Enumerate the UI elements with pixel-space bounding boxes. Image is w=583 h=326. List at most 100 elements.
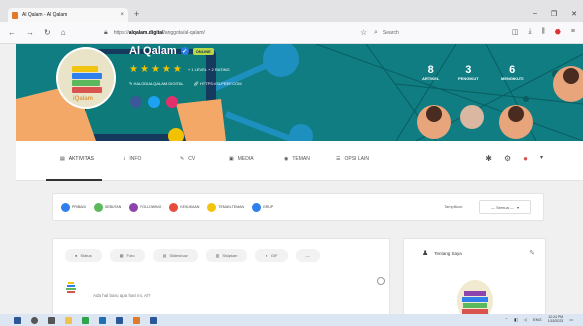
avatar-book xyxy=(72,73,102,79)
windows-start-icon[interactable] xyxy=(14,316,21,324)
user-avatar-icon[interactable]: ● xyxy=(523,154,528,163)
list-icon: ☰ xyxy=(336,156,341,162)
filter-sebutan[interactable]: SEBUTAN xyxy=(94,202,122,212)
composer-tab-status[interactable]: ● Status xyxy=(65,249,102,262)
composer-tab-label: GIF xyxy=(270,253,278,258)
firefox-icon[interactable] xyxy=(133,316,140,324)
gift-icon[interactable]: ✱ xyxy=(485,154,492,163)
tab-aktivitas[interactable]: ▤ AKTIVITAS xyxy=(60,156,94,162)
filter-label: TEMAN-TEMAN xyxy=(218,205,245,209)
filter-kesukaan[interactable]: KESUKAAN xyxy=(169,202,200,212)
chevron-down-icon[interactable]: ▾ xyxy=(540,154,543,163)
filter-select-value: — Semua — xyxy=(491,204,514,210)
home-icon[interactable]: ⌂ xyxy=(61,28,66,37)
chevron-up-icon[interactable]: ⌃ xyxy=(505,317,508,322)
edge-icon[interactable] xyxy=(99,316,106,324)
extension-icon[interactable]: ⬣ xyxy=(555,28,561,36)
browser-navbar: ← → ↻ ⌂ 🔒︎ https:// alqalam.digital /ang… xyxy=(0,22,583,44)
maximize-icon[interactable]: ❐ xyxy=(551,10,557,18)
forward-icon[interactable]: → xyxy=(26,28,34,37)
tab-cv[interactable]: ✎ CV xyxy=(180,156,195,162)
link-1[interactable]: ✎ HALODIALQALAM.DIGITAL xyxy=(129,81,184,86)
link-2[interactable]: 🔗︎ HTTPS://SLPEEF.COM xyxy=(194,81,242,86)
stat-number: 8 xyxy=(427,64,434,76)
filter-label: PRIBADI xyxy=(72,205,87,209)
composer-tab-label: — xyxy=(305,253,310,258)
network-icon[interactable]: ◧ xyxy=(514,317,518,322)
clock-date: 1/15/2023 xyxy=(547,319,564,323)
composer-tab-more[interactable]: — xyxy=(295,249,320,262)
stat-mengikuti[interactable]: 6 MENGIKUTI xyxy=(501,64,523,81)
profile-actions: ✱ ⚙ ● ▾ xyxy=(485,154,543,163)
tab-media[interactable]: ▣ MEDIA xyxy=(229,156,254,162)
slideshow-icon: ▤ xyxy=(162,253,167,258)
search-icon[interactable] xyxy=(31,316,38,324)
facebook-icon[interactable] xyxy=(130,96,142,108)
profile-avatar[interactable]: iQalam xyxy=(56,47,116,109)
composer-prompt[interactable]: Ada hal baru apa hari ini, Al? xyxy=(93,293,151,298)
tab-info[interactable]: ⅰ INFO xyxy=(124,156,141,162)
menu-icon[interactable]: ≡ xyxy=(571,28,575,36)
word-icon[interactable] xyxy=(150,316,157,324)
filter-label: GRUP xyxy=(263,205,274,209)
new-tab-button[interactable]: + xyxy=(134,9,139,19)
composer-tab-gif[interactable]: ◐ GIF xyxy=(255,249,288,262)
task-view-icon[interactable] xyxy=(48,316,55,324)
url-bar[interactable]: 🔒︎ https:// alqalam.digital /anggota/al-… xyxy=(104,26,380,40)
minimize-icon[interactable]: – xyxy=(533,10,537,18)
stat-number: 3 xyxy=(465,64,472,76)
composer-tab-slideshow[interactable]: ▤ Slideshow xyxy=(152,249,198,262)
twitter-icon[interactable] xyxy=(148,96,160,108)
filter-sebutan-icon xyxy=(94,202,104,212)
filter-following[interactable]: FOLLOWING xyxy=(129,202,161,212)
avatar-book xyxy=(72,80,100,86)
tab-opsi-lain[interactable]: ☰ OPSI LAIN xyxy=(336,156,369,162)
activity-filters: PRIBADI SEBUTAN FOLLOWING KESUKAAN TEMAN… xyxy=(52,193,544,221)
stat-label: ARTIKEL xyxy=(422,76,440,81)
tab-label: AKTIVITAS xyxy=(68,156,94,162)
volume-icon[interactable]: ◁ xyxy=(524,317,527,322)
composer-option-radio[interactable] xyxy=(377,277,385,285)
tab-close-icon[interactable]: × xyxy=(120,12,124,18)
close-icon[interactable]: ✕ xyxy=(571,10,577,18)
photo-icon: ▦ xyxy=(119,253,124,258)
gif-icon: ◐ xyxy=(265,253,268,258)
back-icon[interactable]: ← xyxy=(8,28,16,37)
avatar-book xyxy=(72,66,98,72)
filter-pribadi[interactable]: PRIBADI xyxy=(61,202,87,212)
filter-select[interactable]: — Semua — ▾ xyxy=(479,200,531,214)
language-indicator[interactable]: ENG xyxy=(533,317,542,322)
file-explorer-icon[interactable] xyxy=(65,316,72,324)
friends-icon: ◉ xyxy=(284,156,289,162)
composer-tab-foto[interactable]: ▦ Foto xyxy=(109,249,145,262)
pocket-icon[interactable]: ◫ xyxy=(512,28,519,36)
tab-teman[interactable]: ◉ TEMAN xyxy=(284,156,310,162)
filter-kesukaan-icon xyxy=(169,202,179,212)
social-links xyxy=(130,96,178,108)
notification-icon[interactable]: ▭ xyxy=(569,317,573,322)
bookmark-star-icon[interactable]: ☆ xyxy=(360,28,367,37)
filter-grup[interactable]: GRUP xyxy=(252,202,274,212)
app-icon[interactable] xyxy=(116,316,123,324)
tampilkan-label: Tampilkan: xyxy=(444,204,464,209)
library-icon[interactable]: ⫼ xyxy=(542,28,545,36)
filter-label: SEBUTAN xyxy=(105,205,122,209)
star-icon: ★ xyxy=(161,64,171,75)
instagram-icon[interactable] xyxy=(166,96,178,108)
stat-pengikut[interactable]: 3 PENGIKUT xyxy=(458,64,479,81)
settings-icon[interactable]: ⚙ xyxy=(504,154,511,163)
search-box[interactable]: ⌕ Search xyxy=(374,26,484,40)
composer-tab-sisipkan[interactable]: ▥ Sisipkan xyxy=(205,249,248,262)
windows-taskbar: ⌃ ◧ ◁ ENG 12:24 PM 1/15/2023 ▭ xyxy=(0,314,583,326)
avatar-book xyxy=(72,87,102,93)
stat-artikel[interactable]: 8 ARTIKEL xyxy=(422,64,439,81)
browser-tab[interactable]: Al Qalam - Al Qalam × xyxy=(8,8,128,22)
reload-icon[interactable]: ↻ xyxy=(44,28,51,37)
filter-label: KESUKAAN xyxy=(180,205,200,209)
edit-icon[interactable]: ✎ xyxy=(529,249,535,257)
app-icon[interactable] xyxy=(82,316,89,324)
download-icon[interactable]: ⤓ xyxy=(528,28,531,36)
clock[interactable]: 12:24 PM 1/15/2023 xyxy=(548,315,564,323)
lock-icon: 🔒︎ xyxy=(104,29,108,36)
filter-teman-teman[interactable]: TEMAN-TEMAN xyxy=(207,202,245,212)
